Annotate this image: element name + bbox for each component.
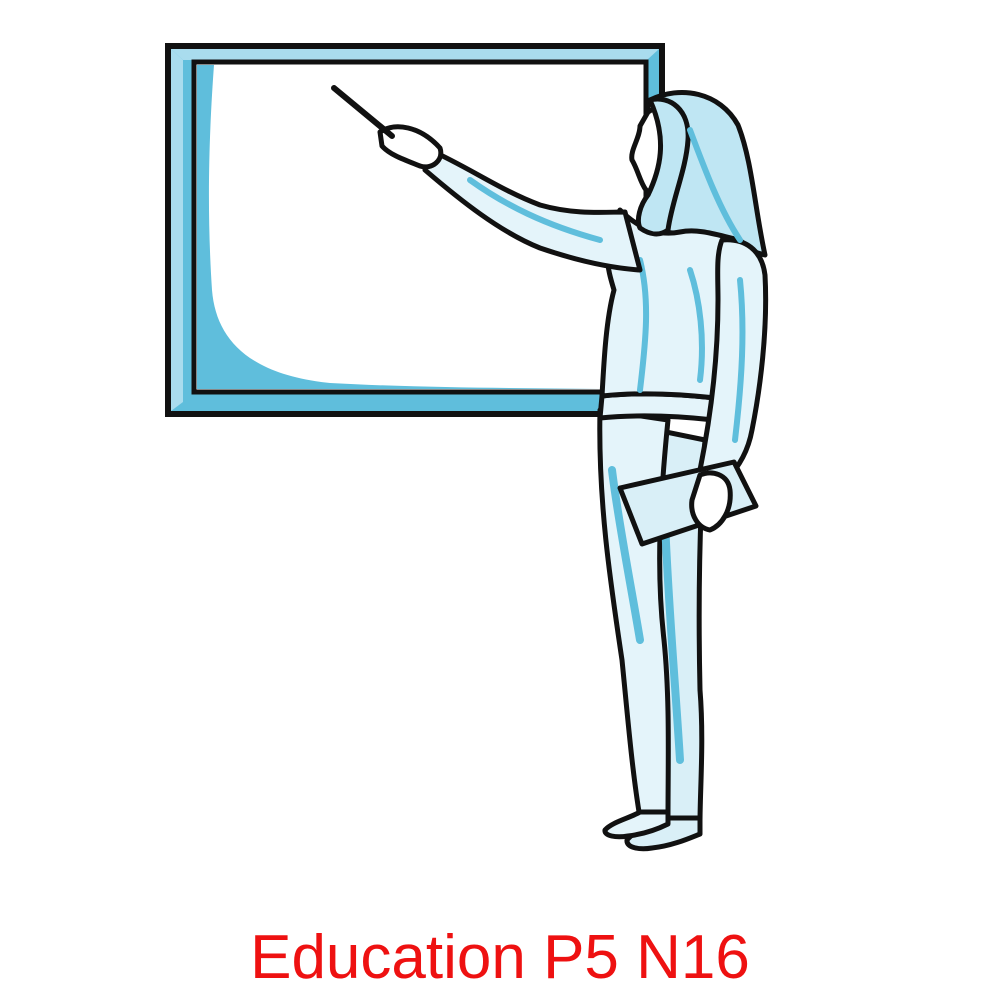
caption-label: Education P5 N16 — [250, 923, 750, 992]
illustration — [165, 43, 769, 852]
presenter-hand-down — [689, 470, 733, 533]
whiteboard-frame-bevel — [171, 49, 659, 60]
